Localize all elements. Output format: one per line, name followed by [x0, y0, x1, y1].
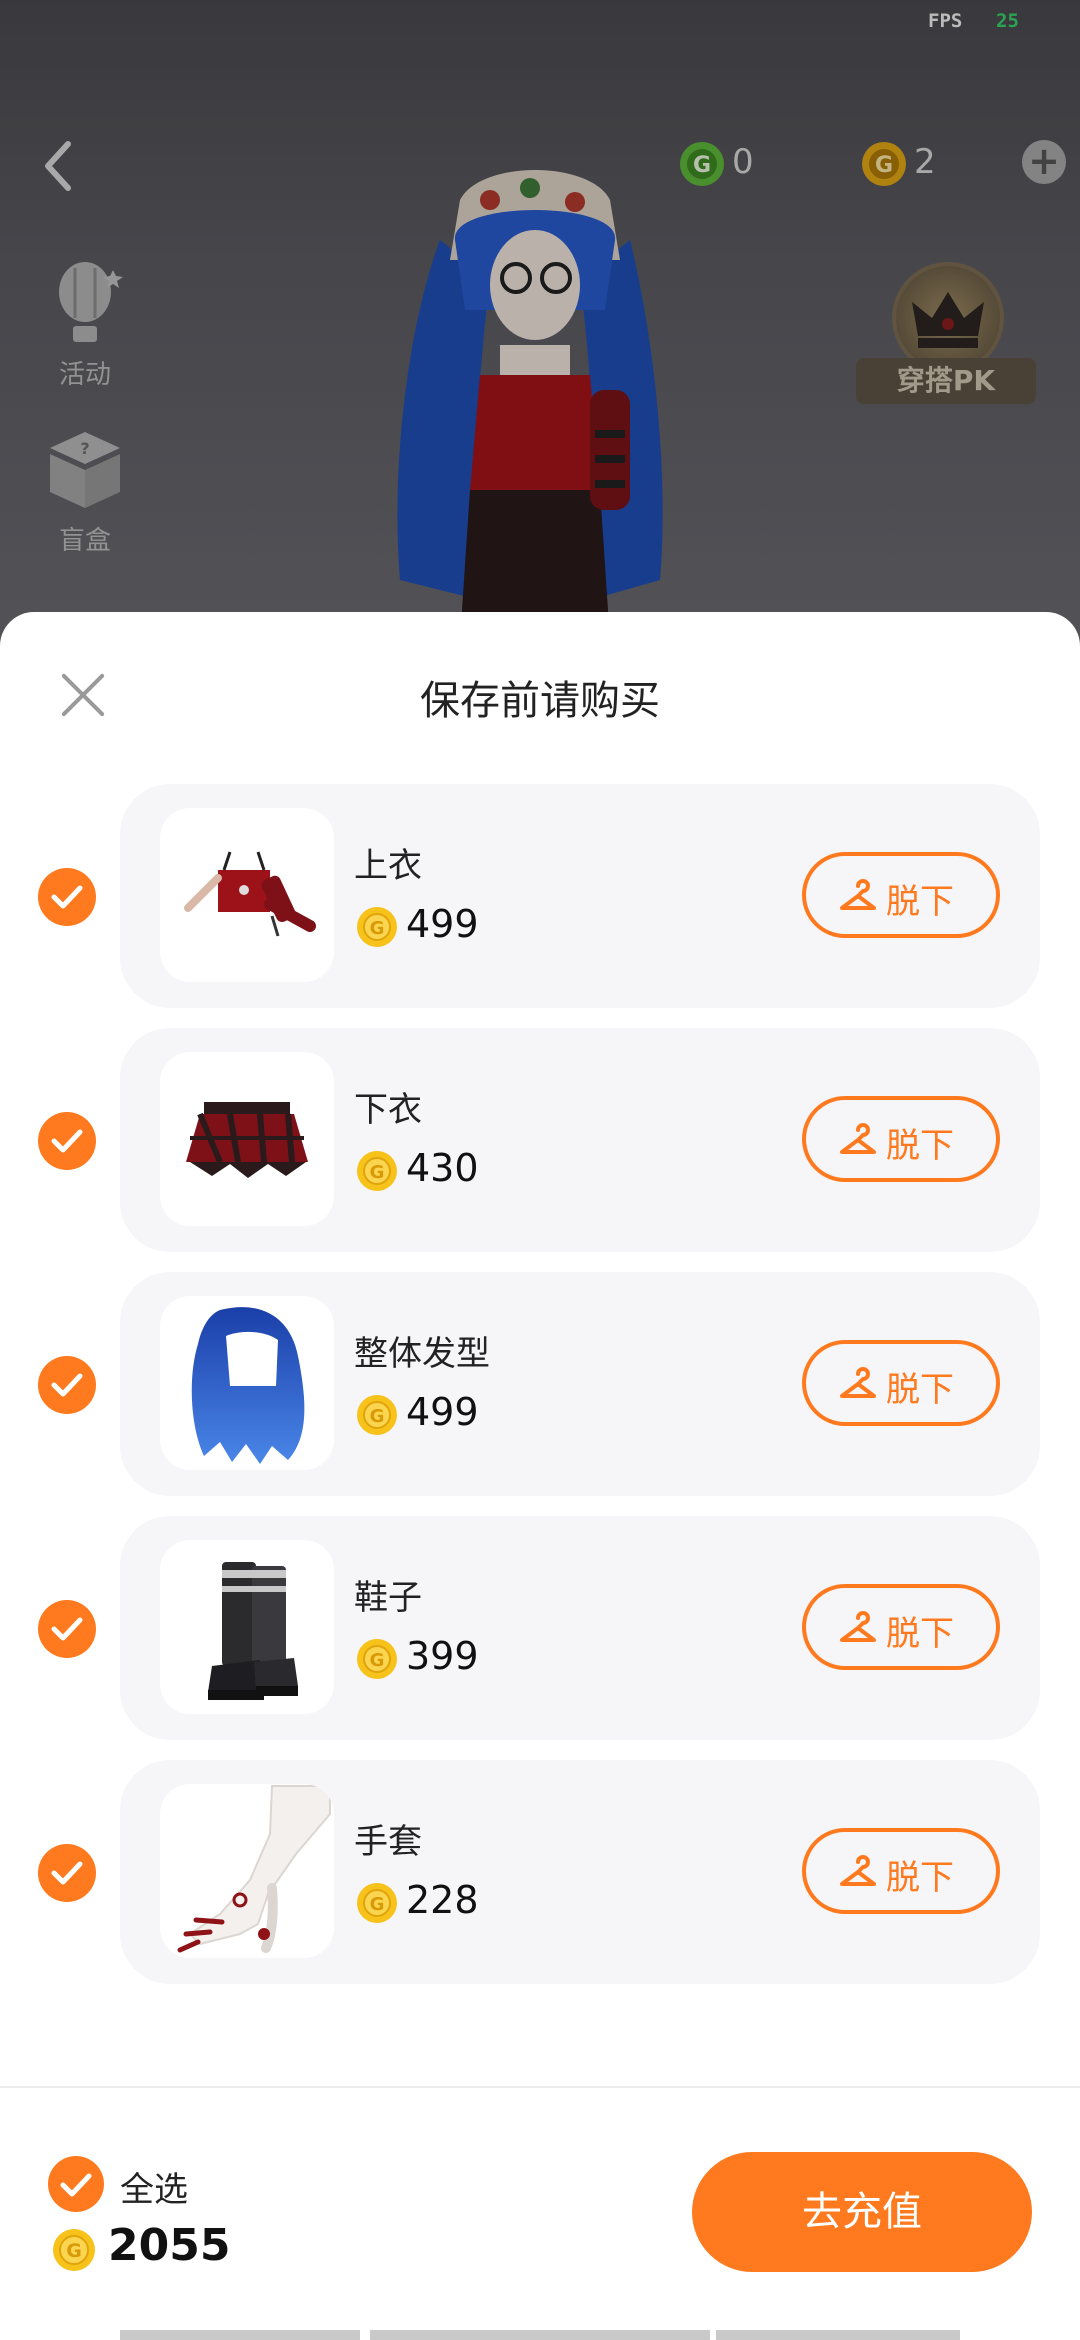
take-off-button[interactable]: 脱下	[802, 852, 1000, 938]
item-checkbox[interactable]	[38, 868, 96, 926]
checkout-footer: 全选 G 2055 去充值	[0, 2088, 1080, 2340]
item-price: 499	[406, 902, 479, 946]
item-name: 整体发型	[354, 1334, 490, 1374]
take-off-label: 脱下	[886, 1126, 954, 1166]
item-name: 手套	[354, 1822, 422, 1862]
list-item: 下衣 G 430 脱下	[0, 1028, 1080, 1252]
sheet-title: 保存前请购买	[420, 678, 660, 724]
hairstyle-thumbnail	[160, 1296, 334, 1470]
gold-coin-icon: G	[357, 1395, 397, 1435]
overlay-dim	[0, 0, 1080, 640]
take-off-button[interactable]: 脱下	[802, 1340, 1000, 1426]
hanger-icon	[840, 1855, 876, 1886]
take-off-button[interactable]: 脱下	[802, 1584, 1000, 1670]
item-price: 399	[406, 1634, 479, 1678]
item-checkbox[interactable]	[38, 1600, 96, 1658]
item-card: 鞋子 G 399 脱下	[120, 1516, 1040, 1740]
list-item: 上衣 G 499 脱下	[0, 784, 1080, 1008]
list-item: 整体发型 G 499 脱下	[0, 1272, 1080, 1496]
top-thumbnail	[160, 808, 334, 982]
svg-text:G: G	[370, 918, 385, 939]
skirt-thumbnail	[160, 1052, 334, 1226]
gold-coin-icon: G	[53, 2229, 95, 2271]
svg-text:G: G	[66, 2240, 82, 2262]
gold-coin-icon: G	[357, 1883, 397, 1923]
list-item: 鞋子 G 399 脱下	[0, 1516, 1080, 1740]
take-off-label: 脱下	[886, 1614, 954, 1654]
gold-coin-icon: G	[357, 1639, 397, 1679]
item-checkbox[interactable]	[38, 1844, 96, 1902]
item-card: 下衣 G 430 脱下	[120, 1028, 1040, 1252]
hanger-icon	[840, 1611, 876, 1642]
item-name: 鞋子	[354, 1578, 422, 1618]
select-all-checkbox[interactable]	[48, 2156, 104, 2212]
hanger-icon	[840, 1367, 876, 1398]
hanger-icon	[840, 1123, 876, 1154]
item-name: 下衣	[354, 1090, 422, 1130]
take-off-button[interactable]: 脱下	[802, 1096, 1000, 1182]
take-off-label: 脱下	[886, 882, 954, 922]
take-off-button[interactable]: 脱下	[802, 1828, 1000, 1914]
svg-text:G: G	[370, 1650, 385, 1671]
item-price: 499	[406, 1390, 479, 1434]
bottom-bar-segment	[120, 2330, 360, 2340]
select-all-label[interactable]: 全选	[120, 2162, 188, 2211]
list-item: 手套 G 228 脱下	[0, 1760, 1080, 1984]
item-checkbox[interactable]	[38, 1356, 96, 1414]
take-off-label: 脱下	[886, 1858, 954, 1898]
item-card: 手套 G 228 脱下	[120, 1760, 1040, 1984]
gold-coin-icon: G	[357, 1151, 397, 1191]
take-off-label: 脱下	[886, 1370, 954, 1410]
bottom-bar-segment	[716, 2330, 960, 2340]
item-name: 上衣	[354, 846, 422, 886]
gold-coin-icon: G	[357, 907, 397, 947]
bottom-bar-segment	[370, 2330, 710, 2340]
purchase-sheet: 保存前请购买 上衣 G 499 脱下 下衣 G 430 脱下 整体发型 G 49…	[0, 612, 1080, 2340]
item-card: 上衣 G 499 脱下	[120, 784, 1040, 1008]
gloves-thumbnail	[160, 1784, 334, 1958]
item-checkbox[interactable]	[38, 1112, 96, 1170]
svg-text:G: G	[370, 1894, 385, 1915]
total-price: 2055	[108, 2220, 231, 2271]
item-price: 430	[406, 1146, 479, 1190]
svg-text:G: G	[370, 1162, 385, 1183]
svg-text:G: G	[370, 1406, 385, 1427]
item-price: 228	[406, 1878, 479, 1922]
hanger-icon	[840, 879, 876, 910]
item-card: 整体发型 G 499 脱下	[120, 1272, 1040, 1496]
recharge-button[interactable]: 去充值	[692, 2152, 1032, 2272]
shoes-thumbnail	[160, 1540, 334, 1714]
